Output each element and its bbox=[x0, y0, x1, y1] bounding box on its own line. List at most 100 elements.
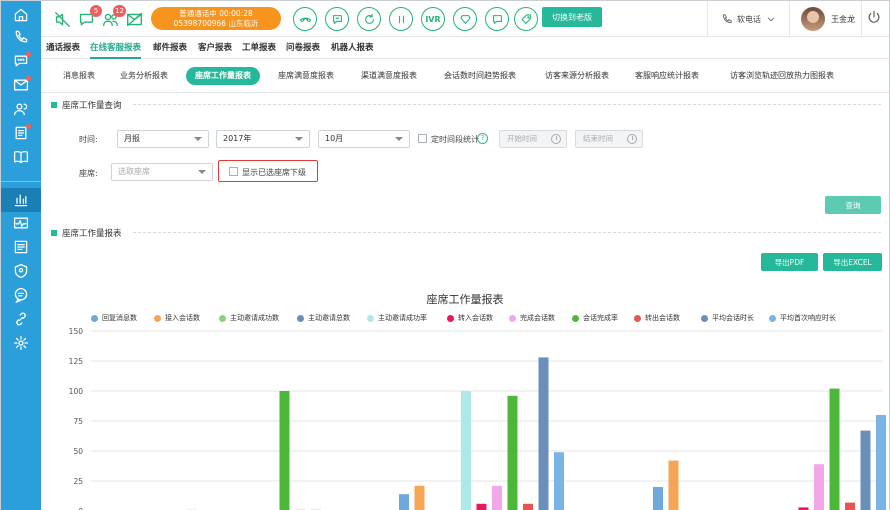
main-tab-0[interactable]: 通话报表 bbox=[46, 37, 80, 59]
phone-icon[interactable] bbox=[1, 25, 41, 49]
bar[interactable] bbox=[476, 503, 487, 510]
y-tick-label: 125 bbox=[69, 357, 84, 366]
chevron-down-icon bbox=[295, 137, 303, 141]
bar-chart-icon[interactable] bbox=[1, 188, 41, 212]
bar[interactable] bbox=[399, 494, 409, 510]
ticket-list-icon[interactable] bbox=[1, 121, 41, 145]
legend-item[interactable]: 会话完成率 bbox=[572, 313, 618, 323]
bar[interactable] bbox=[554, 452, 564, 510]
bar[interactable] bbox=[523, 503, 533, 510]
sub-tab-5[interactable]: 会话数时间趋势报表 bbox=[435, 67, 525, 85]
bar[interactable] bbox=[279, 391, 290, 510]
home-icon[interactable] bbox=[1, 3, 41, 27]
bar[interactable] bbox=[653, 487, 663, 510]
legend-item[interactable]: 平均会话时长 bbox=[701, 313, 754, 323]
legend-item[interactable]: 主动邀请成功数 bbox=[219, 313, 279, 323]
shield-icon[interactable] bbox=[1, 259, 41, 283]
query-button[interactable]: 查询 bbox=[825, 196, 881, 214]
mute-icon[interactable] bbox=[51, 8, 73, 30]
bar[interactable] bbox=[507, 395, 518, 510]
pulse-icon[interactable] bbox=[1, 211, 41, 235]
consult-button[interactable] bbox=[453, 7, 477, 31]
sub-tab-2[interactable]: 座席工作量报表 bbox=[186, 67, 260, 85]
form-icon[interactable] bbox=[1, 235, 41, 259]
main-tab-3[interactable]: 客户报表 bbox=[198, 37, 232, 59]
start-time-input[interactable]: 开始时间 bbox=[499, 130, 567, 148]
main-tab-5[interactable]: 问卷报表 bbox=[286, 37, 320, 59]
month-select[interactable]: 10月 bbox=[318, 130, 410, 148]
legend-item[interactable]: 转出会话数 bbox=[634, 313, 680, 323]
logout-icon[interactable] bbox=[867, 10, 885, 28]
transfer-agent-button[interactable] bbox=[325, 7, 349, 31]
contacts-icon[interactable] bbox=[1, 97, 41, 121]
speech-icon[interactable] bbox=[1, 283, 41, 307]
main-tab-4[interactable]: 工单报表 bbox=[242, 37, 276, 59]
legend-item[interactable]: 转入会话数 bbox=[447, 313, 493, 323]
ivr-button[interactable]: IVR bbox=[421, 7, 445, 31]
legend-label: 转出会话数 bbox=[645, 314, 680, 322]
export-excel-button[interactable]: 导出EXCEL bbox=[823, 253, 882, 271]
sub-tab-6[interactable]: 访客来源分析报表 bbox=[536, 67, 618, 85]
year-select[interactable]: 2017年 bbox=[216, 130, 310, 148]
show-sub-agents-checkbox[interactable] bbox=[229, 167, 238, 176]
sub-tab-3[interactable]: 座席满意度报表 bbox=[269, 67, 343, 85]
report-section-title: 座席工作量报表 bbox=[51, 227, 122, 239]
sidebar-divider bbox=[1, 181, 41, 182]
switch-old-version-button[interactable]: 切换到老版 bbox=[542, 7, 602, 27]
message-button[interactable] bbox=[485, 7, 509, 31]
bar[interactable] bbox=[538, 357, 549, 510]
bar[interactable] bbox=[814, 464, 824, 510]
link-icon[interactable] bbox=[1, 307, 41, 331]
y-tick-label: 25 bbox=[73, 477, 83, 486]
timed-stats-checkbox[interactable] bbox=[418, 134, 427, 143]
softphone-menu[interactable]: 软电话 bbox=[721, 13, 777, 25]
book-icon[interactable] bbox=[1, 145, 41, 169]
sub-tab-4[interactable]: 渠道满意度报表 bbox=[352, 67, 426, 85]
bar[interactable] bbox=[461, 391, 471, 510]
legend-item[interactable]: 接入会话数 bbox=[154, 313, 200, 323]
sub-tab-8[interactable]: 访客浏览轨迹回放热力图报表 bbox=[721, 67, 843, 85]
mail-icon[interactable] bbox=[1, 73, 41, 97]
end-time-input[interactable]: 结束时间 bbox=[575, 130, 643, 148]
main-tab-1[interactable]: 在线客服报表 bbox=[90, 37, 142, 59]
mail-off-icon[interactable] bbox=[123, 8, 145, 30]
legend-item[interactable]: 主动邀请总数 bbox=[297, 313, 350, 323]
help-icon[interactable]: ? bbox=[477, 133, 488, 144]
bar[interactable] bbox=[668, 460, 679, 510]
user-queue-icon[interactable]: 12 bbox=[99, 5, 126, 30]
legend-item[interactable]: 完成会话数 bbox=[509, 313, 555, 323]
chat-bubble-icon[interactable] bbox=[1, 49, 41, 73]
legend-item[interactable]: 主动邀请成功率 bbox=[367, 313, 427, 323]
call-status-pill[interactable]: 普通通话中 00:00:28 05398700966 山东临沂 bbox=[151, 7, 281, 30]
bar[interactable] bbox=[876, 415, 886, 510]
period-select[interactable]: 月报 bbox=[117, 130, 209, 148]
legend-item[interactable]: 回复消息数 bbox=[91, 313, 137, 323]
bar[interactable] bbox=[829, 388, 840, 510]
main-tab-6[interactable]: 机器人报表 bbox=[331, 37, 374, 59]
legend-swatch bbox=[297, 314, 304, 322]
pause-button[interactable] bbox=[389, 7, 413, 31]
hangup-button[interactable] bbox=[293, 7, 317, 31]
bar[interactable] bbox=[860, 430, 871, 510]
refresh-button[interactable] bbox=[357, 7, 381, 31]
settings-icon[interactable] bbox=[1, 331, 41, 355]
avatar[interactable] bbox=[801, 7, 825, 31]
sub-tab-0[interactable]: 消息报表 bbox=[54, 67, 104, 85]
agent-select[interactable]: 选取座席 bbox=[111, 163, 213, 181]
legend-item[interactable]: 平均首次响应时长 bbox=[769, 313, 836, 323]
export-pdf-button[interactable]: 导出PDF bbox=[761, 253, 818, 271]
show-sub-agents-label: 显示已选座席下级 bbox=[242, 168, 306, 177]
legend-label: 主动邀请总数 bbox=[308, 314, 350, 322]
time-label: 时间: bbox=[79, 135, 98, 144]
tag-button[interactable] bbox=[514, 7, 538, 31]
legend-label: 主动邀请成功率 bbox=[378, 314, 427, 322]
sub-tab-7[interactable]: 客服响应统计报表 bbox=[626, 67, 708, 85]
chat-queue-icon[interactable]: 5 bbox=[75, 5, 102, 30]
bar[interactable] bbox=[845, 502, 855, 510]
bar[interactable] bbox=[414, 485, 425, 510]
section-marker bbox=[51, 230, 57, 236]
bar[interactable] bbox=[492, 485, 502, 510]
main-tab-2[interactable]: 邮件报表 bbox=[153, 37, 187, 59]
sub-tab-1[interactable]: 业务分析报表 bbox=[111, 67, 177, 85]
user-name[interactable]: 王金龙 bbox=[831, 14, 855, 25]
